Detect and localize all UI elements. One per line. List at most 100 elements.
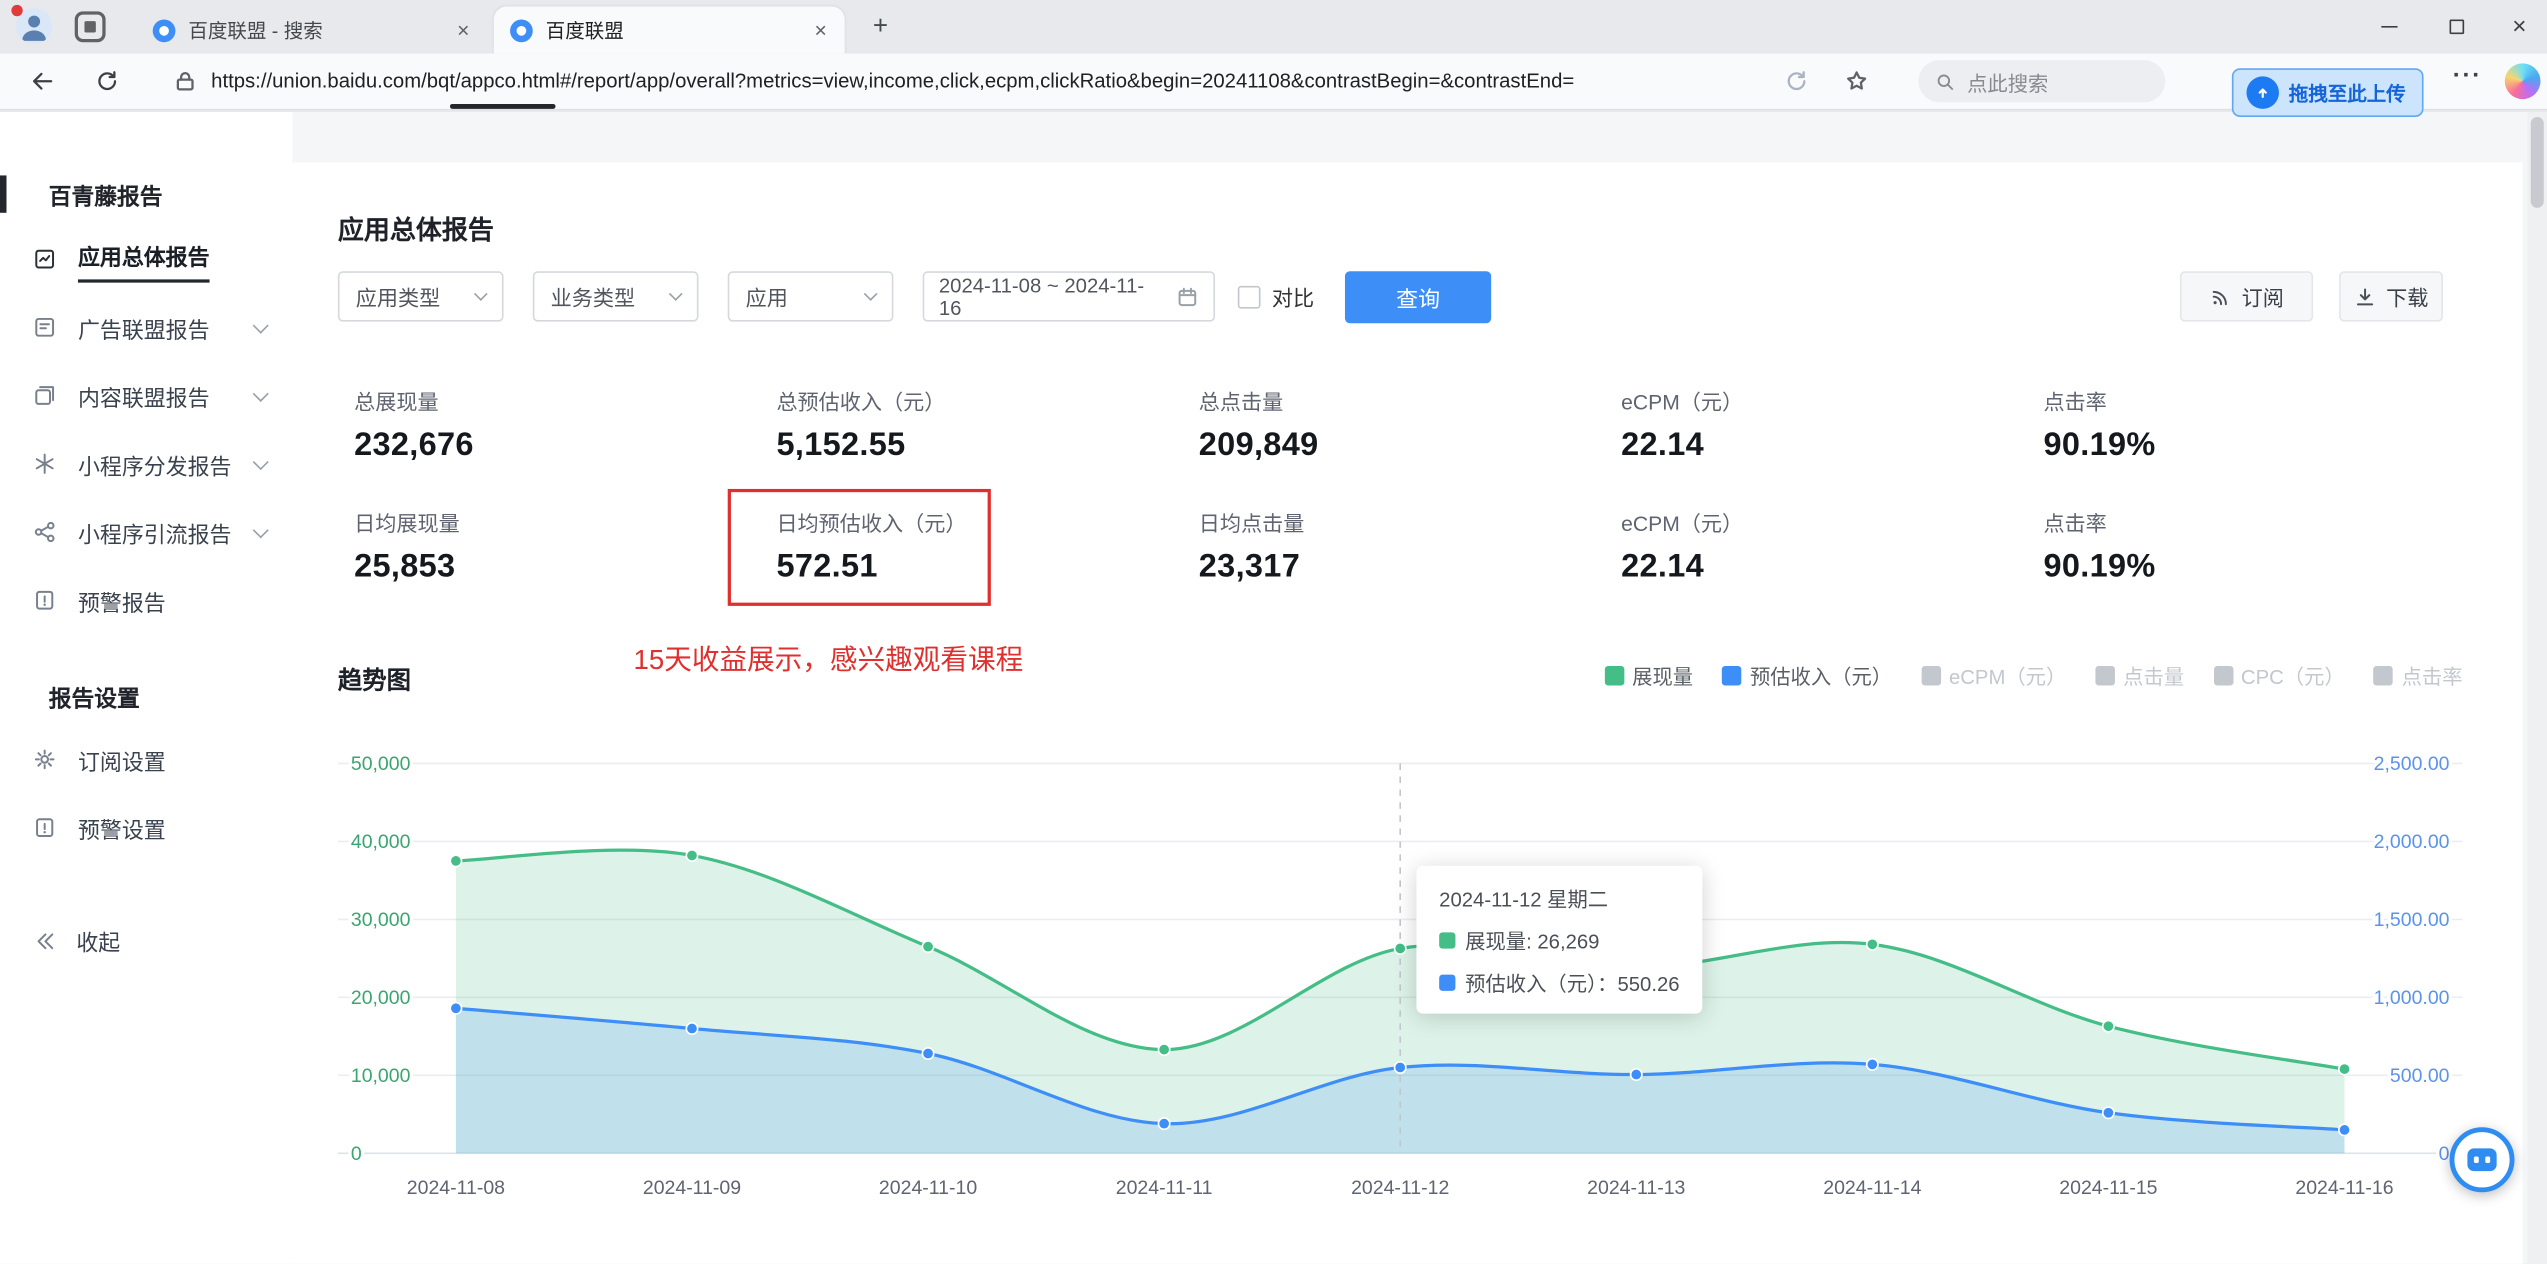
sync-page-icon[interactable] (1784, 68, 1810, 94)
window-close-button[interactable]: × (2492, 0, 2547, 54)
page-scrollbar[interactable] (2527, 112, 2547, 1264)
legend-item[interactable]: 展现量 (1604, 659, 1693, 690)
subscribe-button[interactable]: 订阅 (2179, 271, 2314, 322)
stat-cell: 日均点击量 23,317 (1199, 507, 1605, 587)
download-button[interactable]: 下载 (2339, 271, 2444, 322)
collapse-icon (32, 928, 56, 952)
svg-text:2,500.00: 2,500.00 (2374, 753, 2450, 775)
stat-cell: 总点击量 209,849 (1199, 385, 1605, 465)
svg-text:1,500.00: 1,500.00 (2374, 909, 2450, 931)
sidebar-collapse-button[interactable]: 收起 (0, 911, 153, 969)
legend-swatch (1722, 665, 1742, 685)
warning-report-icon (32, 588, 58, 614)
window-minimize-button[interactable] (2362, 0, 2417, 54)
date-range-picker[interactable]: 2024-11-08 ~ 2024-11-16 (922, 271, 1216, 322)
download-icon (2354, 285, 2377, 308)
legend-item[interactable]: eCPM（元） (1921, 659, 2066, 690)
floating-assistant-button[interactable] (2449, 1127, 2515, 1193)
svg-text:2024-11-08: 2024-11-08 (407, 1177, 505, 1199)
refresh-icon[interactable] (94, 68, 120, 94)
miniapp-distribution-report-icon (32, 452, 58, 478)
upload-cloud-icon (2246, 76, 2279, 109)
svg-text:2024-11-14: 2024-11-14 (1823, 1177, 1921, 1199)
favorite-star-icon[interactable] (1844, 68, 1870, 94)
tab-favicon (510, 18, 533, 42)
svg-text:2024-11-09: 2024-11-09 (643, 1177, 741, 1199)
chevron-down-icon (863, 287, 878, 301)
sidebar-section-2-items: 订阅设置 预警设置 (0, 726, 292, 862)
checkbox-box[interactable] (1237, 285, 1261, 308)
page-content: 百青藤报告 应用总体报告 广告联盟报告 内容联盟报告 小程序分发报告 小程序引流报告 预警… (0, 112, 2547, 1264)
browser-search-input[interactable]: 点此搜索 (1918, 60, 2166, 103)
chart-tooltip: 2024-11-12 星期二 展现量: 26,269 预估收入（元）：550.26 (1416, 865, 1703, 1014)
stat-label: eCPM（元） (1621, 389, 1744, 415)
workspaces-icon[interactable] (74, 11, 106, 43)
svg-text:10,000: 10,000 (351, 1065, 411, 1087)
sidebar-section-title: 百青藤报告 (48, 183, 163, 210)
stat-label: 点击率 (2043, 511, 2107, 537)
contrast-checkbox[interactable]: 对比 (1237, 281, 1314, 312)
stat-value: 209,849 (1198, 427, 1319, 463)
browser-menu-icon[interactable]: ··· (2453, 62, 2482, 90)
chevron-down-icon (668, 287, 683, 301)
browser-window: 百度联盟 - 搜索 × 百度联盟 × + × https://union.bai… (0, 0, 2547, 1264)
stat-value: 23,317 (1198, 549, 1301, 585)
sidebar-item[interactable]: 小程序分发报告 (0, 430, 292, 498)
site-info-lock-icon[interactable] (172, 68, 198, 94)
sidebar-item[interactable]: 小程序引流报告 (0, 499, 292, 567)
stat-value: 232,676 (354, 427, 474, 463)
tooltip-title: 2024-11-12 星期二 (1439, 888, 1609, 912)
drag-upload-overlay[interactable]: 拖拽至此上传 (2231, 68, 2424, 117)
browser-tab-1[interactable]: 百度联盟 - 搜索 × (136, 6, 487, 53)
legend-item[interactable]: 预估收入（元） (1722, 659, 1892, 690)
stat-cell: 总预估收入（元） 5,152.55 (776, 385, 1182, 465)
tab-close-icon[interactable]: × (810, 18, 832, 42)
tooltip-row: 展现量: 26,269 (1439, 924, 1679, 955)
legend-item[interactable]: 点击量 (2095, 659, 2184, 690)
sidebar-item[interactable]: 预警设置 (0, 794, 292, 862)
highlight-red-box (727, 488, 991, 606)
back-icon[interactable] (29, 68, 55, 94)
rss-icon (2209, 285, 2232, 308)
stat-cell: eCPM（元） 22.14 (1621, 507, 2027, 587)
svg-text:0: 0 (351, 1143, 362, 1165)
stat-label: 日均点击量 (1198, 511, 1305, 537)
scrollbar-thumb[interactable] (2530, 116, 2544, 208)
query-button[interactable]: 查询 (1344, 271, 1492, 324)
stat-label: eCPM（元） (1621, 511, 1744, 537)
legend-swatch (2095, 665, 2116, 685)
legend-item[interactable]: CPC（元） (2213, 659, 2345, 690)
sidebar-item[interactable]: 预警报告 (0, 567, 292, 635)
tab-title: 百度联盟 - 搜索 (188, 19, 323, 43)
legend-item[interactable]: 点击率 (2373, 659, 2463, 690)
chart-area: 0 10,000 20,000 30,000 40,000 50,000 0 500.00 1,… (337, 728, 2463, 1215)
sidebar-section-title: 报告设置 (48, 685, 140, 712)
svg-text:2024-11-10: 2024-11-10 (879, 1177, 977, 1199)
ad-union-report-icon (32, 315, 58, 341)
app-select[interactable]: 应用 (727, 271, 894, 322)
app-type-select[interactable]: 应用类型 (337, 271, 504, 322)
new-tab-button[interactable]: + (864, 11, 896, 43)
tooltip-row: 预估收入（元）：550.26 (1439, 966, 1680, 997)
window-maximize-button[interactable] (2428, 0, 2483, 54)
tab-title: 百度联盟 (545, 19, 624, 43)
sidebar-item[interactable]: 订阅设置 (0, 726, 292, 794)
svg-text:2024-11-13: 2024-11-13 (1587, 1177, 1685, 1199)
address-bar[interactable]: https://union.baidu.com/bqt/appco.html#/… (211, 70, 1574, 93)
stat-label: 总预估收入（元） (776, 389, 946, 415)
tooltip-swatch (1439, 931, 1456, 948)
loading-progress-indicator (449, 103, 556, 109)
filter-bar: 应用类型 业务类型 应用 2024-11-08 ~ 2024-11-16 对比 … (292, 271, 2522, 324)
report-card: 应用总体报告 应用类型 业务类型 应用 2024-11-08 ~ 2024-11… (292, 162, 2523, 1264)
sidebar-item[interactable]: 广告联盟报告 (0, 294, 292, 362)
copilot-icon[interactable] (2504, 63, 2541, 100)
browser-tab-2-active[interactable]: 百度联盟 × (493, 6, 845, 54)
legend-swatch (1921, 665, 1941, 685)
section-marker (0, 175, 7, 213)
sidebar-item[interactable]: 内容联盟报告 (0, 362, 292, 430)
tab-close-icon[interactable]: × (452, 18, 474, 42)
biz-type-select[interactable]: 业务类型 (532, 271, 699, 322)
svg-text:2024-11-15: 2024-11-15 (2059, 1177, 2157, 1199)
svg-text:30,000: 30,000 (351, 909, 411, 931)
sidebar-item[interactable]: 应用总体报告 (0, 226, 292, 294)
